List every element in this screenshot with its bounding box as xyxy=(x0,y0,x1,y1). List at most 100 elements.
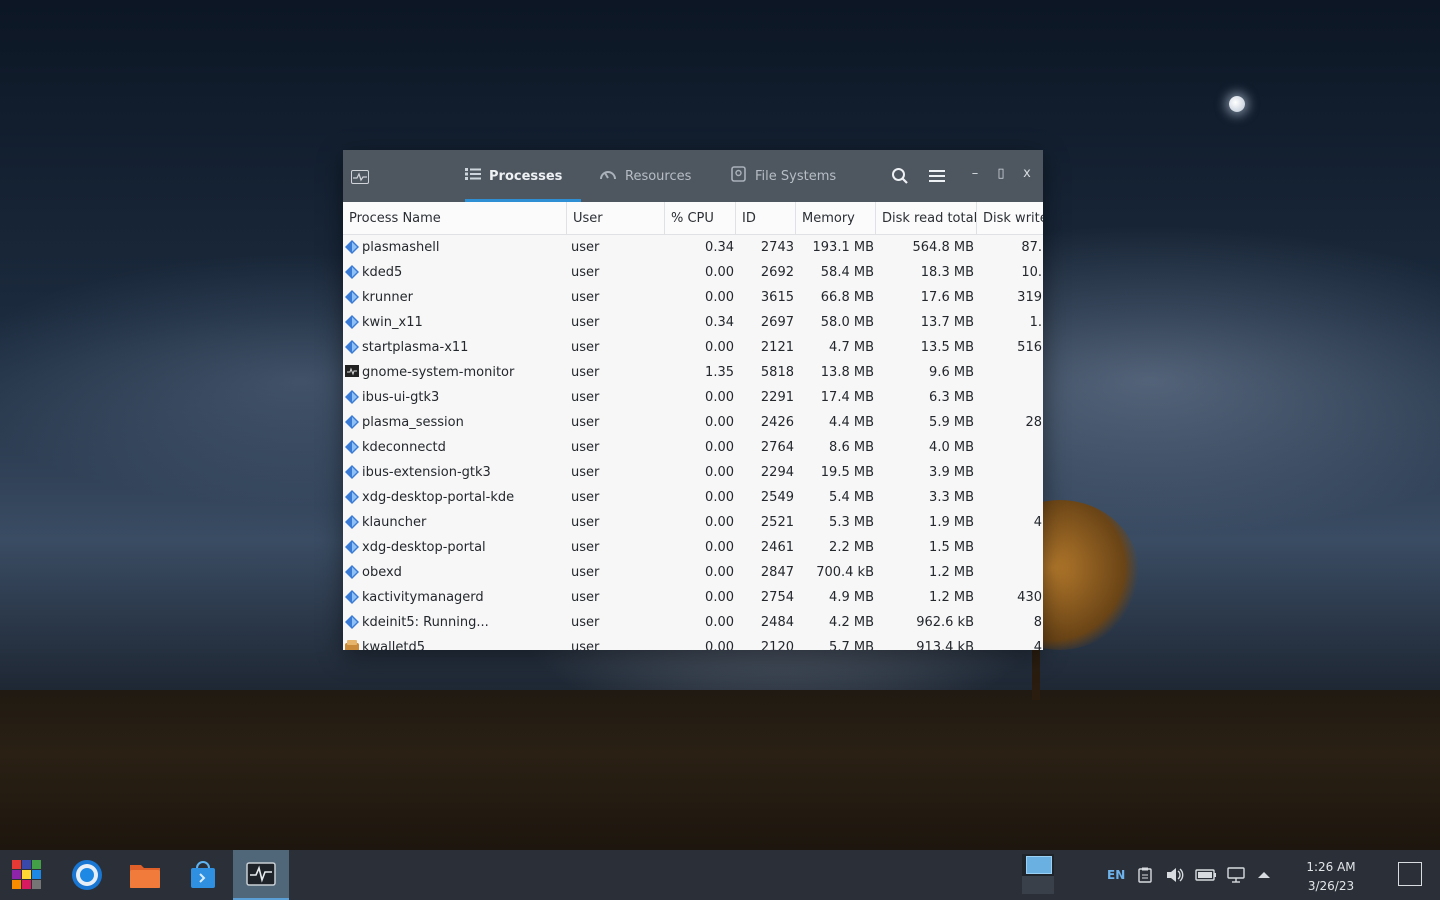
table-row[interactable]: kwalletd5 user 0.00 2120 5.7 MB 913.4 kB 4 xyxy=(343,635,1043,650)
column-cpu[interactable]: % CPU xyxy=(665,202,736,234)
network-button[interactable] xyxy=(1227,850,1245,900)
volume-icon xyxy=(1167,868,1184,882)
tab-file-systems[interactable]: File Systems xyxy=(731,150,836,202)
volume-button[interactable] xyxy=(1166,850,1184,900)
files-icon xyxy=(130,865,160,888)
kde-app-icon xyxy=(345,265,359,279)
table-row[interactable]: plasmashell user 0.34 2743 193.1 MB 564.8 MB 8… xyxy=(343,235,1043,260)
system-monitor-taskbar-button[interactable] xyxy=(233,850,289,900)
table-row[interactable]: startplasma-x11 user 0.00 2121 4.7 MB 13.5 MB… xyxy=(343,335,1043,360)
search-button[interactable] xyxy=(888,164,912,188)
id-cell: 2291 xyxy=(760,390,794,405)
column-memory[interactable]: Memory xyxy=(796,202,876,234)
disk-read-cell: 3.3 MB xyxy=(929,490,974,505)
column-id[interactable]: ID xyxy=(736,202,796,234)
tab-processes[interactable]: Processes xyxy=(465,150,581,202)
start-menu-button[interactable] xyxy=(0,850,54,900)
disk-write-cell: 319 xyxy=(1017,290,1042,305)
cpu-cell: 0.34 xyxy=(705,240,734,255)
files-taskbar-button[interactable] xyxy=(118,850,172,900)
process-name-cell: kwin_x11 xyxy=(362,315,423,330)
disk-read-cell: 3.9 MB xyxy=(929,465,974,480)
kde-app-icon xyxy=(345,390,359,404)
disk-read-cell: 6.3 MB xyxy=(929,390,974,405)
memory-cell: 700.4 kB xyxy=(816,565,874,580)
table-row[interactable]: ibus-extension-gtk3 user 0.00 2294 19.5 MB 3.… xyxy=(343,460,1043,485)
disk-read-cell: 17.6 MB xyxy=(920,290,974,305)
pager-desktop-2[interactable] xyxy=(1022,876,1054,894)
table-row[interactable]: gnome-system-monitor user 1.35 5818 13.8 MB 9… xyxy=(343,360,1043,385)
disk-write-cell: 87. xyxy=(1021,240,1042,255)
kde-app-icon xyxy=(345,290,359,304)
cpu-cell: 1.35 xyxy=(705,365,734,380)
table-row[interactable]: obexd user 0.00 2847 700.4 kB 1.2 MB xyxy=(343,560,1043,585)
start-menu-icon xyxy=(12,860,41,889)
column-user[interactable]: User xyxy=(567,202,665,234)
language-indicator[interactable]: EN xyxy=(1107,850,1125,900)
process-table-header: Process Name User % CPU ID Memory Disk r… xyxy=(343,202,1043,235)
wallet-icon xyxy=(345,640,359,650)
cpu-cell: 0.00 xyxy=(705,615,734,630)
table-row[interactable]: kdeconnectd user 0.00 2764 8.6 MB 4.0 MB xyxy=(343,435,1043,460)
process-name-cell: kdeconnectd xyxy=(362,440,446,455)
clock-time: 1:26 AM xyxy=(1306,860,1356,874)
disk-read-cell: 4.0 MB xyxy=(929,440,974,455)
id-cell: 2120 xyxy=(760,640,794,650)
virtual-desktop-pager[interactable] xyxy=(1022,854,1054,894)
table-row[interactable]: xdg-desktop-portal user 0.00 2461 2.2 MB 1.5 … xyxy=(343,535,1043,560)
clipboard-button[interactable] xyxy=(1138,850,1152,900)
maximize-button[interactable]: ▯ xyxy=(993,166,1009,181)
wallpaper-moon xyxy=(1229,96,1245,112)
system-monitor-app-icon[interactable] xyxy=(351,170,369,184)
table-row[interactable]: kactivitymanagerd user 0.00 2754 4.9 MB 1.2 M… xyxy=(343,585,1043,610)
menu-button[interactable] xyxy=(925,164,949,188)
battery-button[interactable] xyxy=(1195,850,1217,900)
disk-write-cell xyxy=(983,560,1042,585)
table-row[interactable]: kdeinit5: Running... user 0.00 2484 4.2 MB 96… xyxy=(343,610,1043,635)
disk-write-cell xyxy=(983,535,1042,560)
user-cell: user xyxy=(571,415,600,430)
column-disk-read-total[interactable]: Disk read total xyxy=(876,202,977,234)
close-button[interactable]: x xyxy=(1019,166,1035,181)
table-row[interactable]: xdg-desktop-portal-kde user 0.00 2549 5.4 MB… xyxy=(343,485,1043,510)
table-row[interactable]: plasma_session user 0.00 2426 4.4 MB 5.9 MB 28 xyxy=(343,410,1043,435)
table-row[interactable]: klauncher user 0.00 2521 5.3 MB 1.9 MB 4 xyxy=(343,510,1043,535)
cpu-cell: 0.00 xyxy=(705,265,734,280)
process-name-cell: krunner xyxy=(362,290,413,305)
disk-read-cell: 913.4 kB xyxy=(916,640,974,650)
clock[interactable]: 1:26 AM 3/26/23 xyxy=(1296,858,1366,896)
process-name-cell: xdg-desktop-portal-kde xyxy=(362,490,515,505)
store-taskbar-button[interactable] xyxy=(176,850,230,900)
user-cell: user xyxy=(571,440,600,455)
kde-app-icon xyxy=(345,515,359,529)
memory-cell: 13.8 MB xyxy=(820,365,874,380)
kde-app-icon xyxy=(345,315,359,329)
column-disk-write[interactable]: Disk write xyxy=(977,202,1043,234)
network-icon xyxy=(1227,867,1245,883)
table-row[interactable]: kded5 user 0.00 2692 58.4 MB 18.3 MB 10. xyxy=(343,260,1043,285)
tab-resources-label: Resources xyxy=(625,168,692,184)
clipboard-icon xyxy=(1138,867,1152,883)
table-row[interactable]: kwin_x11 user 0.34 2697 58.0 MB 13.7 MB 1. xyxy=(343,310,1043,335)
memory-cell: 58.4 MB xyxy=(820,265,874,280)
memory-cell: 8.6 MB xyxy=(829,440,874,455)
minimize-button[interactable]: – xyxy=(967,166,983,181)
tab-processes-label: Processes xyxy=(489,168,563,184)
kde-app-icon xyxy=(345,415,359,429)
memory-cell: 193.1 MB xyxy=(812,240,874,255)
table-row[interactable]: krunner user 0.00 3615 66.8 MB 17.6 MB 319 xyxy=(343,285,1043,310)
tab-resources[interactable]: Resources xyxy=(599,150,691,202)
column-process-name[interactable]: Process Name xyxy=(343,202,567,234)
process-name-cell: kdeinit5: Running... xyxy=(362,615,489,630)
table-row[interactable]: ibus-ui-gtk3 user 0.00 2291 17.4 MB 6.3 MB xyxy=(343,385,1043,410)
show-desktop-button[interactable] xyxy=(1398,862,1422,886)
tray-expand-button[interactable] xyxy=(1257,850,1271,900)
memory-cell: 17.4 MB xyxy=(820,390,874,405)
process-name-cell: ibus-ui-gtk3 xyxy=(362,390,440,405)
process-name-cell: obexd xyxy=(362,565,402,580)
search-icon xyxy=(892,168,908,184)
disk-read-cell: 9.6 MB xyxy=(929,365,974,380)
disk-write-cell xyxy=(983,360,1042,385)
chrome-taskbar-button[interactable] xyxy=(60,850,114,900)
pager-desktop-1[interactable] xyxy=(1026,856,1052,874)
